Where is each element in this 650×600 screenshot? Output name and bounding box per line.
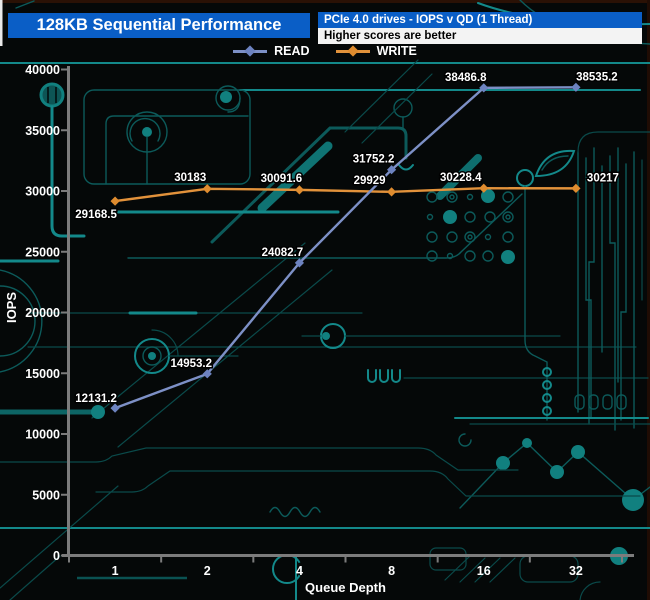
read-data-label: 38486.8 [445, 72, 487, 84]
write-data-point-marker [202, 184, 212, 194]
write-series-line [113, 187, 578, 203]
iops-line-chart: 0 5000 10000 15000 20000 25000 30000 35000 40000… [25, 63, 634, 578]
write-data-label: 30183 [174, 172, 206, 184]
x-axis-title: Queue Depth [305, 580, 386, 595]
read-data-point-marker [571, 82, 581, 92]
y-axis-tick-label: 10000 [25, 428, 60, 442]
write-data-point-marker [294, 185, 305, 195]
write-data-label: 30228.4 [440, 172, 482, 184]
y-axis-tick-label: 35000 [25, 124, 60, 138]
x-axis-tick-label: 1 [112, 564, 119, 578]
write-data-label: 29168.5 [75, 209, 117, 221]
y-axis-tick-label: 30000 [25, 185, 60, 199]
x-axis-tick-label: 8 [388, 564, 395, 578]
write-data-point-marker [571, 183, 581, 193]
write-data-point-marker [386, 187, 397, 197]
read-data-label: 38535.2 [576, 71, 618, 83]
read-data-label: 24082.7 [262, 247, 304, 259]
write-data-point-marker [110, 196, 120, 206]
read-data-label: 31752.2 [353, 154, 395, 166]
y-axis-tick-label: 40000 [25, 63, 60, 77]
y-axis-title: IOPS [4, 291, 20, 324]
write-data-point-marker [479, 183, 489, 193]
write-data-label: 30217 [587, 172, 619, 184]
x-axis-tick-label: 2 [204, 564, 211, 578]
x-axis-tick-label: 4 [296, 564, 303, 578]
chart-page: 128KB Sequential Performance PCIe 4.0 dr… [0, 0, 650, 600]
read-data-label: 12131.2 [75, 393, 117, 405]
read-data-label: 14953.2 [170, 358, 212, 370]
y-axis-tick-label: 15000 [25, 367, 60, 381]
write-data-label: 30091.6 [261, 173, 303, 185]
y-axis-tick-label: 20000 [25, 306, 60, 320]
x-axis-tick-label: 32 [569, 564, 583, 578]
y-axis-tick-label: 0 [53, 549, 60, 563]
write-data-label: 29929 [354, 175, 386, 187]
y-axis-tick-label: 5000 [32, 488, 60, 502]
x-axis-tick-label: 16 [477, 564, 491, 578]
y-axis-tick-label: 25000 [25, 245, 60, 259]
